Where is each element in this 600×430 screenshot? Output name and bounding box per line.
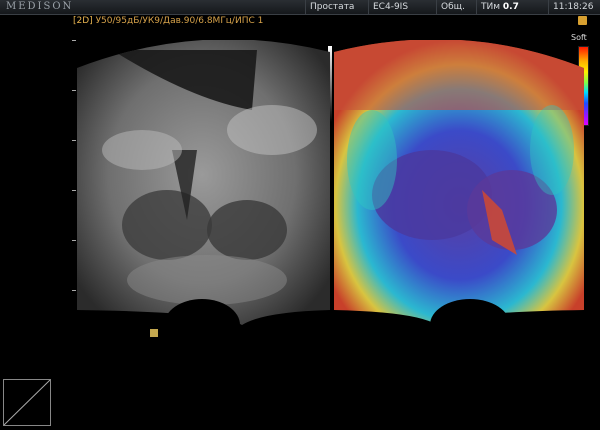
probe-label[interactable]: EC4-9IS <box>368 0 412 14</box>
mode-tag: [2D] <box>73 16 93 26</box>
tim-value: 0.7 <box>502 2 519 12</box>
params-text: У50/95дБ/УК9/Дав.90/6.8МГц/ <box>95 16 235 26</box>
reference-thumbnail[interactable] <box>3 379 51 426</box>
focus-marker[interactable] <box>150 329 158 337</box>
elastography-panel <box>334 40 584 325</box>
ultrasound-image-area[interactable] <box>72 40 592 340</box>
thumbnail-diagonal-icon <box>4 380 50 425</box>
top-status-bar: MEDISON Простата EC4-9IS Общ. ТИм 0.7 11… <box>0 0 600 15</box>
tim-label: ТИм <box>481 2 501 12</box>
tim-indicator: ТИм 0.7 <box>476 0 523 14</box>
elasto-mode-icon <box>578 16 587 25</box>
clock: 11:18:26 <box>548 0 597 14</box>
bmode-panel <box>77 40 330 325</box>
mode-label[interactable]: Общ. <box>436 0 469 14</box>
params-extra: ИПС 1 <box>234 16 264 26</box>
brand-logo: MEDISON <box>6 1 74 12</box>
preset-label[interactable]: Простата <box>305 0 358 14</box>
scan-parameters: [2D] У50/95дБ/УК9/Дав.90/6.8МГц/ИПС 1 <box>73 16 263 26</box>
